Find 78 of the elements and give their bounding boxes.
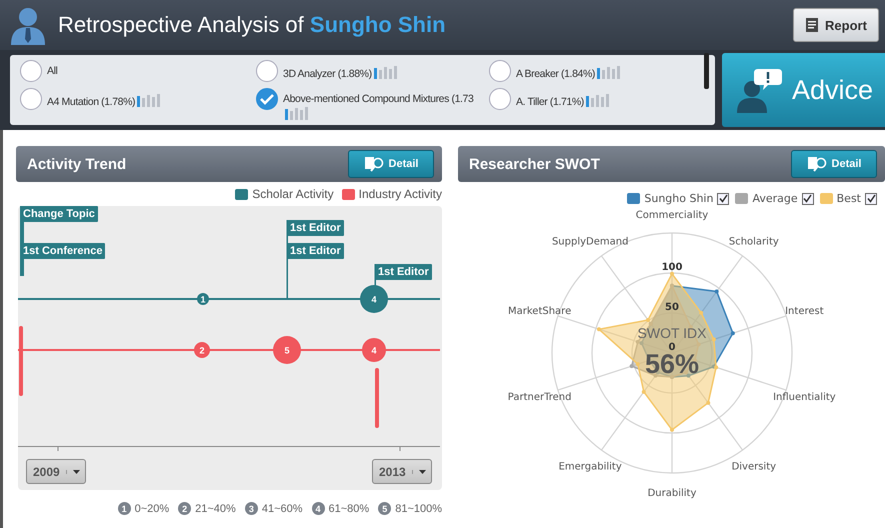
axis-category-label: MarketShare (508, 306, 572, 317)
radio-button[interactable] (256, 88, 278, 110)
check-icon (803, 194, 812, 203)
panel-title: Researcher SWOT (469, 156, 600, 172)
legend-label: Sungho Shin (644, 192, 714, 205)
activity-bubble: 4 (360, 285, 388, 313)
panel-title: Activity Trend (27, 156, 126, 172)
person-icon (8, 5, 48, 45)
checkbox[interactable] (802, 192, 814, 204)
radio-button[interactable] (489, 88, 511, 110)
year-dropdown[interactable]: 2009 (26, 459, 86, 484)
bar-chart-icon (586, 93, 612, 107)
axis-category-label: SupplyDemand (552, 236, 628, 248)
axis-category-label: Interest (785, 306, 824, 317)
scale-number: 3 (244, 502, 258, 515)
filter-label: Above-mentioned Compound Mixtures (1.73 (283, 88, 479, 122)
event-label: 1st Editor (287, 243, 344, 259)
caret-icon (66, 470, 80, 474)
legend-label: Average (752, 192, 798, 205)
bar-chart-icon (597, 65, 623, 79)
page-title: Retrospective Analysis of Sungho Shin (58, 12, 447, 38)
scale-label: 41~60% (262, 502, 303, 514)
legend-label: Industry Activity (358, 187, 442, 201)
radio-button[interactable] (20, 88, 42, 110)
axis-tick-label: 100 (662, 262, 682, 273)
legend-label: Scholar Activity (252, 187, 334, 201)
radio-button[interactable] (256, 60, 278, 82)
caret-icon (412, 470, 426, 474)
scale-number: 4 (312, 502, 325, 515)
filter-label: A Breaker (1.84%) (516, 60, 704, 81)
radio-button[interactable] (20, 60, 42, 82)
activity-bubble: 1 (197, 293, 209, 305)
check-icon (718, 194, 728, 203)
check-icon (260, 93, 274, 105)
radio-button[interactable] (489, 60, 511, 82)
legend-label: Best (836, 192, 861, 205)
document-search-icon (806, 156, 829, 172)
document-icon (805, 17, 820, 33)
event-label: 1st Editor (287, 220, 344, 236)
scrollbar[interactable] (704, 53, 709, 89)
event-label: Change Topic (20, 206, 98, 222)
scale-label: 61~80% (328, 502, 370, 514)
event-label: 1st Editor (375, 264, 432, 280)
filter-label: A4 Mutation (1.78%) (47, 88, 243, 109)
swot-index-label: SWOT IDX (638, 325, 706, 341)
check-icon (866, 194, 876, 203)
document-search-icon (364, 156, 386, 172)
year-dropdown[interactable]: 2013 (372, 459, 432, 484)
checkbox[interactable] (717, 192, 730, 204)
checkbox[interactable] (865, 192, 877, 204)
filter-label: 3D Analyzer (1.88%) (283, 60, 479, 81)
bar-chart-icon (285, 106, 311, 120)
scale-number: 2 (178, 502, 192, 515)
activity-bubble: 5 (273, 336, 301, 364)
filter-label: All (47, 64, 58, 78)
activity-dash (19, 326, 23, 396)
axis-category-label: Diversity (732, 462, 776, 473)
axis-category-label: Scholarity (728, 236, 779, 248)
scale-number: 1 (118, 502, 131, 515)
axis-category-label: Emergability (558, 462, 622, 473)
axis-category-label: Commerciality (636, 210, 708, 221)
advice-button[interactable]: Advice (722, 53, 885, 127)
scale-label: 81~100% (395, 502, 442, 514)
activity-bubble: 2 (194, 342, 210, 358)
scale-label: 0~20% (134, 502, 170, 514)
report-button[interactable]: Report (793, 8, 879, 42)
axis-category-label: Durability (648, 488, 696, 499)
scale-number: 5 (378, 502, 392, 515)
detail-button[interactable]: Detail (791, 150, 877, 178)
activity-bubble: 4 (362, 338, 386, 362)
bar-chart-icon (374, 65, 400, 79)
axis-tick-label: 50 (665, 302, 679, 313)
axis-category-label: Influentiality (773, 392, 836, 404)
scale-label: 21~40% (195, 502, 236, 514)
axis-category-label: PartnerTrend (508, 392, 572, 404)
detail-button[interactable]: Detail (348, 150, 434, 178)
activity-dash (375, 368, 379, 428)
filter-label: A. Tiller (1.71%) (516, 88, 704, 109)
